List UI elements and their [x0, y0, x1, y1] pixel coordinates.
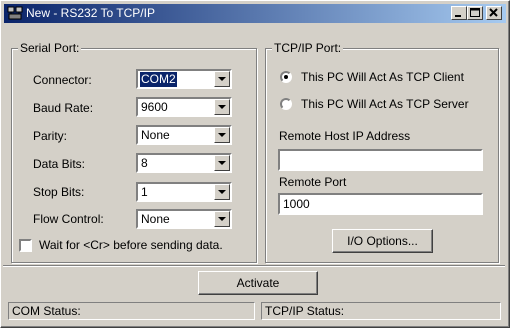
tcpip-port-legend: TCP/IP Port: — [272, 41, 344, 55]
chevron-down-icon[interactable] — [214, 211, 230, 227]
chevron-down-icon[interactable] — [214, 99, 230, 115]
flow-control-select[interactable]: None — [136, 209, 232, 229]
minimize-icon — [455, 15, 461, 17]
activate-button[interactable]: Activate — [198, 271, 318, 295]
serial-port-legend: Serial Port: — [18, 41, 82, 55]
wait-cr-label[interactable]: Wait for <Cr> before sending data. — [39, 238, 223, 252]
tcp-client-radio[interactable] — [280, 71, 292, 83]
serial-port-group: Serial Port: Connector: COM2 Baud Rate: … — [11, 41, 257, 263]
connector-label: Connector: — [33, 73, 92, 87]
connector-value: COM2 — [140, 72, 177, 87]
remote-ip-input[interactable] — [278, 149, 483, 171]
wait-cr-checkbox[interactable] — [19, 239, 32, 252]
minimize-button[interactable] — [451, 6, 467, 20]
baud-rate-select[interactable]: 9600 — [136, 97, 232, 117]
data-bits-label: Data Bits: — [33, 157, 86, 171]
maximize-button[interactable] — [467, 6, 483, 20]
close-button[interactable] — [486, 6, 502, 20]
close-icon — [489, 8, 498, 17]
tcp-server-label[interactable]: This PC Will Act As TCP Server — [301, 97, 469, 111]
chevron-down-icon[interactable] — [214, 184, 230, 200]
baud-rate-label: Baud Rate: — [33, 101, 94, 115]
divider — [3, 265, 505, 267]
data-bits-select[interactable]: 8 — [136, 153, 232, 173]
remote-ip-label: Remote Host IP Address — [279, 129, 411, 143]
data-bits-value: 8 — [141, 156, 148, 170]
stop-bits-value: 1 — [141, 185, 148, 199]
stop-bits-label: Stop Bits: — [33, 185, 85, 199]
chevron-down-icon[interactable] — [214, 71, 230, 87]
remote-port-input[interactable]: 1000 — [278, 193, 483, 215]
title-bar[interactable]: New - RS232 To TCP/IP — [4, 4, 506, 23]
chevron-down-icon[interactable] — [214, 155, 230, 171]
parity-value: None — [141, 128, 170, 142]
stop-bits-select[interactable]: 1 — [136, 182, 232, 202]
tcp-server-radio[interactable] — [280, 98, 292, 110]
parity-label: Parity: — [33, 129, 68, 143]
baud-rate-value: 9600 — [141, 100, 168, 114]
window-title: New - RS232 To TCP/IP — [26, 6, 155, 20]
flow-control-label: Flow Control: — [33, 212, 104, 226]
maximize-icon — [470, 8, 480, 17]
remote-port-label: Remote Port — [279, 175, 347, 189]
flow-control-value: None — [141, 212, 170, 226]
tcpip-status: TCP/IP Status: — [261, 302, 501, 320]
main-window: New - RS232 To TCP/IP Serial Port: Conne… — [0, 0, 510, 328]
parity-select[interactable]: None — [136, 125, 232, 145]
chevron-down-icon[interactable] — [214, 127, 230, 143]
app-icon — [7, 6, 23, 20]
tcp-client-label[interactable]: This PC Will Act As TCP Client — [301, 70, 464, 84]
com-status: COM Status: — [8, 302, 255, 320]
io-options-button[interactable]: I/O Options... — [332, 229, 433, 253]
tcpip-port-group: TCP/IP Port: This PC Will Act As TCP Cli… — [265, 41, 499, 263]
connector-select[interactable]: COM2 — [136, 69, 232, 89]
remote-port-value: 1000 — [283, 197, 310, 211]
